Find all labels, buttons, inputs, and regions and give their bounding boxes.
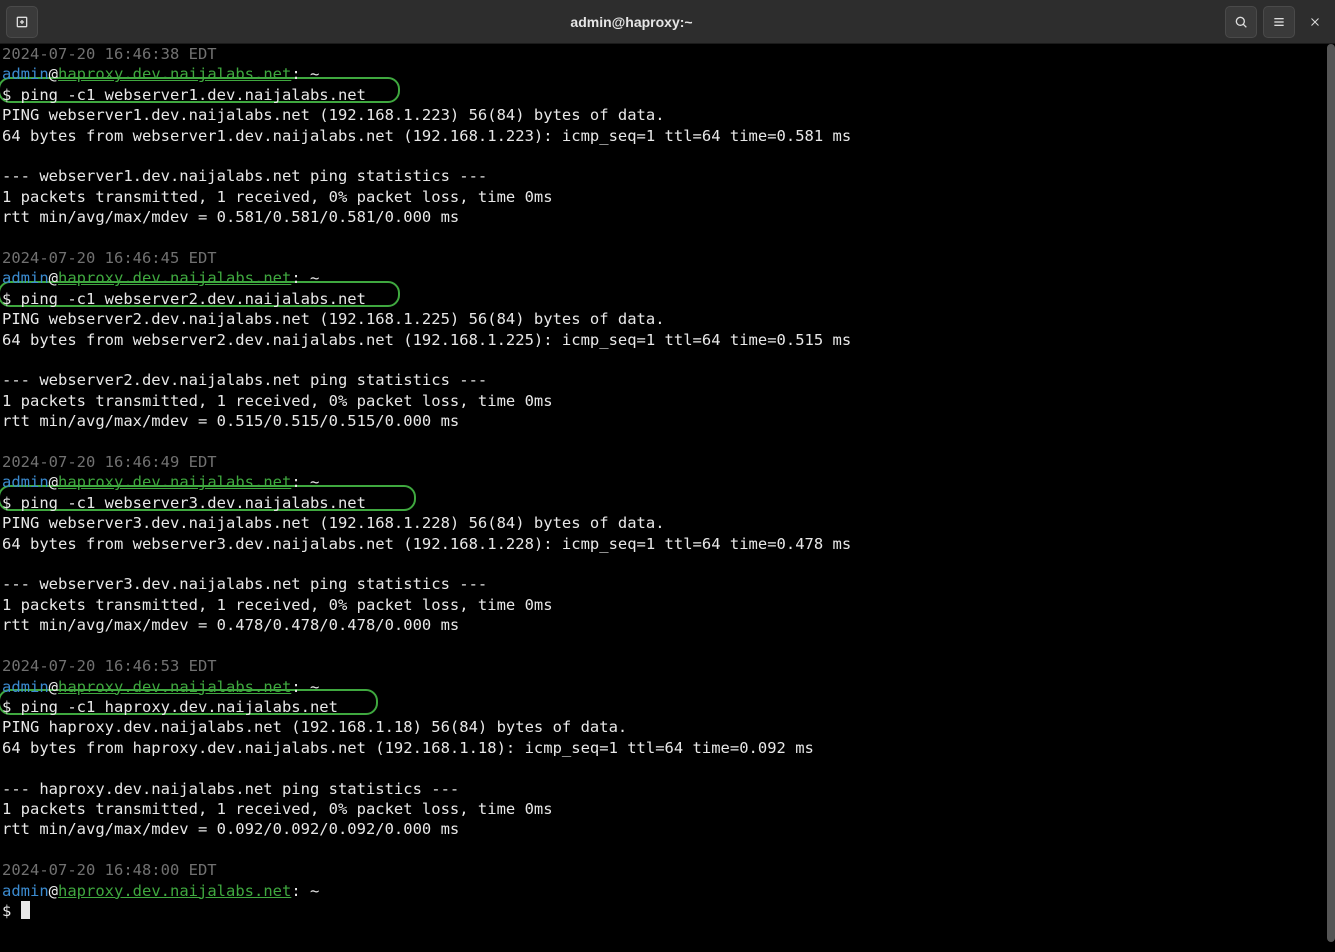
terminal-line: $ ping -c1 webserver2.dev.naijalabs.net — [2, 289, 1333, 309]
search-button[interactable] — [1225, 6, 1257, 38]
new-tab-button[interactable] — [6, 6, 38, 38]
terminal-line: --- webserver2.dev.naijalabs.net ping st… — [2, 370, 1333, 390]
terminal-line: $ ping -c1 haproxy.dev.naijalabs.net — [2, 697, 1333, 717]
terminal-line: $ — [2, 901, 1333, 921]
terminal-line: $ ping -c1 webserver1.dev.naijalabs.net — [2, 85, 1333, 105]
terminal-line: rtt min/avg/max/mdev = 0.092/0.092/0.092… — [2, 819, 1333, 839]
terminal-line: 1 packets transmitted, 1 received, 0% pa… — [2, 391, 1333, 411]
terminal-line: --- webserver1.dev.naijalabs.net ping st… — [2, 166, 1333, 186]
terminal-line: $ ping -c1 webserver3.dev.naijalabs.net — [2, 493, 1333, 513]
terminal-line: --- webserver3.dev.naijalabs.net ping st… — [2, 574, 1333, 594]
terminal-area[interactable]: 2024-07-20 16:46:38 EDTadmin@haproxy.dev… — [0, 44, 1335, 952]
terminal-line: admin@haproxy.dev.naijalabs.net: ~ — [2, 472, 1333, 492]
terminal-line: rtt min/avg/max/mdev = 0.581/0.581/0.581… — [2, 207, 1333, 227]
terminal-line: 2024-07-20 16:46:49 EDT — [2, 452, 1333, 472]
terminal-line: rtt min/avg/max/mdev = 0.478/0.478/0.478… — [2, 615, 1333, 635]
terminal-line: 2024-07-20 16:46:45 EDT — [2, 248, 1333, 268]
terminal-line: 2024-07-20 16:46:53 EDT — [2, 656, 1333, 676]
terminal-line: PING webserver3.dev.naijalabs.net (192.1… — [2, 513, 1333, 533]
terminal-line: 2024-07-20 16:48:00 EDT — [2, 860, 1333, 880]
terminal-line: PING webserver1.dev.naijalabs.net (192.1… — [2, 105, 1333, 125]
terminal-line: 64 bytes from webserver1.dev.naijalabs.n… — [2, 126, 1333, 146]
terminal-line: 2024-07-20 16:46:38 EDT — [2, 44, 1333, 64]
terminal-line: rtt min/avg/max/mdev = 0.515/0.515/0.515… — [2, 411, 1333, 431]
window-title: admin@haproxy:~ — [570, 14, 692, 30]
menu-button[interactable] — [1263, 6, 1295, 38]
terminal-line: admin@haproxy.dev.naijalabs.net: ~ — [2, 677, 1333, 697]
close-button[interactable] — [1301, 6, 1329, 38]
terminal-line: admin@haproxy.dev.naijalabs.net: ~ — [2, 64, 1333, 84]
terminal-line: 1 packets transmitted, 1 received, 0% pa… — [2, 187, 1333, 207]
terminal-line: PING haproxy.dev.naijalabs.net (192.168.… — [2, 717, 1333, 737]
terminal-line: 64 bytes from webserver2.dev.naijalabs.n… — [2, 330, 1333, 350]
terminal-line: PING webserver2.dev.naijalabs.net (192.1… — [2, 309, 1333, 329]
cursor — [21, 901, 30, 919]
terminal-line: --- haproxy.dev.naijalabs.net ping stati… — [2, 779, 1333, 799]
terminal-line: 1 packets transmitted, 1 received, 0% pa… — [2, 595, 1333, 615]
terminal-line: 1 packets transmitted, 1 received, 0% pa… — [2, 799, 1333, 819]
terminal-line: admin@haproxy.dev.naijalabs.net: ~ — [2, 268, 1333, 288]
terminal-line: 64 bytes from webserver3.dev.naijalabs.n… — [2, 534, 1333, 554]
window-titlebar: admin@haproxy:~ — [0, 0, 1335, 44]
terminal-line: 64 bytes from haproxy.dev.naijalabs.net … — [2, 738, 1333, 758]
terminal-line: admin@haproxy.dev.naijalabs.net: ~ — [2, 881, 1333, 901]
